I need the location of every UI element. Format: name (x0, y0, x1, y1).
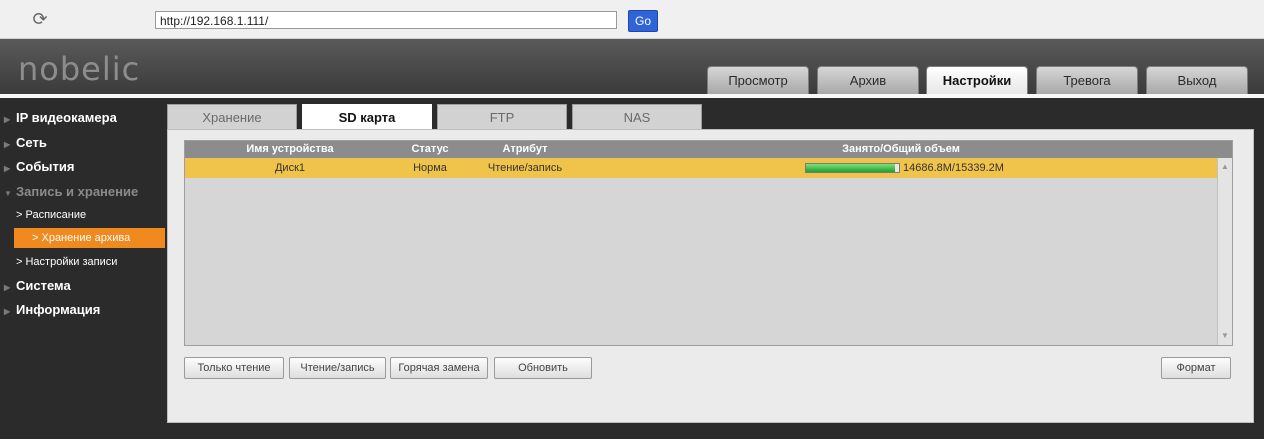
triangle-right-icon: ▶ (4, 283, 11, 292)
subtab-sd-card[interactable]: SD карта (302, 104, 432, 130)
sidebar-subitem-label: Настройки записи (25, 256, 118, 268)
cell-attribute: Чтение/запись (487, 162, 563, 174)
sidebar-subitem-schedule[interactable]: > Расписание (0, 205, 165, 225)
scroll-down-icon[interactable]: ▼ (1218, 329, 1232, 343)
refresh-icon[interactable]: ⟳ (30, 9, 50, 29)
tab-settings[interactable]: Настройки (926, 66, 1028, 94)
sidebar-item-events[interactable]: ▶ События (0, 159, 165, 174)
read-write-button[interactable]: Чтение/запись (289, 357, 386, 379)
sidebar-item-system[interactable]: ▶ Система (0, 278, 165, 293)
column-header-attribute: Атрибут (502, 143, 548, 155)
triangle-right-icon: ▶ (4, 164, 11, 173)
sidebar-item-ip-camera[interactable]: ▶ IP видеокамера (0, 110, 165, 125)
table-scrollbar[interactable]: ▲ ▼ (1217, 158, 1232, 345)
table-header: Имя устройства Статус Атрибут Занято/Общ… (185, 141, 1232, 158)
go-button[interactable]: Go (628, 10, 658, 32)
sidebar-subitem-label: Хранение архива (41, 232, 131, 244)
sidebar-item-label: Система (16, 278, 71, 293)
logo: nobelic (18, 50, 141, 88)
url-input[interactable]: http://192.168.1.111/ (155, 11, 617, 29)
sidebar-item-label: Сеть (16, 135, 47, 150)
storage-table: Имя устройства Статус Атрибут Занято/Общ… (184, 140, 1233, 346)
cell-status: Норма (413, 162, 447, 174)
sidebar-item-network[interactable]: ▶ Сеть (0, 135, 165, 150)
sidebar-item-information[interactable]: ▶ Информация (0, 302, 165, 317)
browser-toolbar: ⟳ http://192.168.1.111/ Go (0, 0, 1264, 39)
column-header-status: Статус (411, 143, 449, 155)
usage-bar-fill (806, 164, 895, 172)
tab-preview[interactable]: Просмотр (707, 66, 809, 94)
triangle-right-icon: ▶ (4, 115, 11, 124)
column-header-device-name: Имя устройства (246, 143, 334, 155)
sidebar-subitem-label: Расписание (25, 209, 87, 221)
hot-swap-button[interactable]: Горячая замена (390, 357, 488, 379)
column-header-usage: Занято/Общий объем (842, 143, 960, 155)
subtab-storage[interactable]: Хранение (167, 104, 297, 130)
sidebar-item-label: События (16, 159, 75, 174)
triangle-right-icon: ▶ (4, 140, 11, 149)
sidebar: ▶ IP видеокамера ▶ Сеть ▶ События ▼ Запись и… (0, 102, 165, 439)
subtab-ftp[interactable]: FTP (437, 104, 567, 130)
sidebar-item-recording-storage[interactable]: ▼ Запись и хранение (0, 184, 165, 199)
cell-usage: 14686.8M/15339.2M (903, 162, 1004, 174)
scroll-up-icon[interactable]: ▲ (1218, 160, 1232, 174)
tab-logout[interactable]: Выход (1146, 66, 1248, 94)
tab-alarm[interactable]: Тревога (1036, 66, 1138, 94)
sidebar-subitem-record-settings[interactable]: > Настройки записи (0, 252, 165, 272)
table-row[interactable]: Диск1 Норма Чтение/запись 14686.8M/15339… (185, 158, 1217, 178)
sidebar-subitem-archive-storage[interactable]: > Хранение архива (14, 228, 165, 248)
subtab-nas[interactable]: NAS (572, 104, 702, 130)
cell-device-name: Диск1 (274, 162, 306, 174)
tab-archive[interactable]: Архив (817, 66, 919, 94)
read-only-button[interactable]: Только чтение (184, 357, 284, 379)
format-button[interactable]: Формат (1161, 357, 1231, 379)
sidebar-item-label: Информация (16, 302, 101, 317)
sidebar-item-label: IP видеокамера (16, 110, 117, 125)
nav-divider (0, 94, 1264, 98)
refresh-button[interactable]: Обновить (494, 357, 592, 379)
triangle-right-icon: ▶ (4, 307, 11, 316)
usage-bar (805, 163, 900, 173)
triangle-down-icon: ▼ (4, 189, 12, 198)
sidebar-item-label: Запись и хранение (16, 184, 139, 199)
